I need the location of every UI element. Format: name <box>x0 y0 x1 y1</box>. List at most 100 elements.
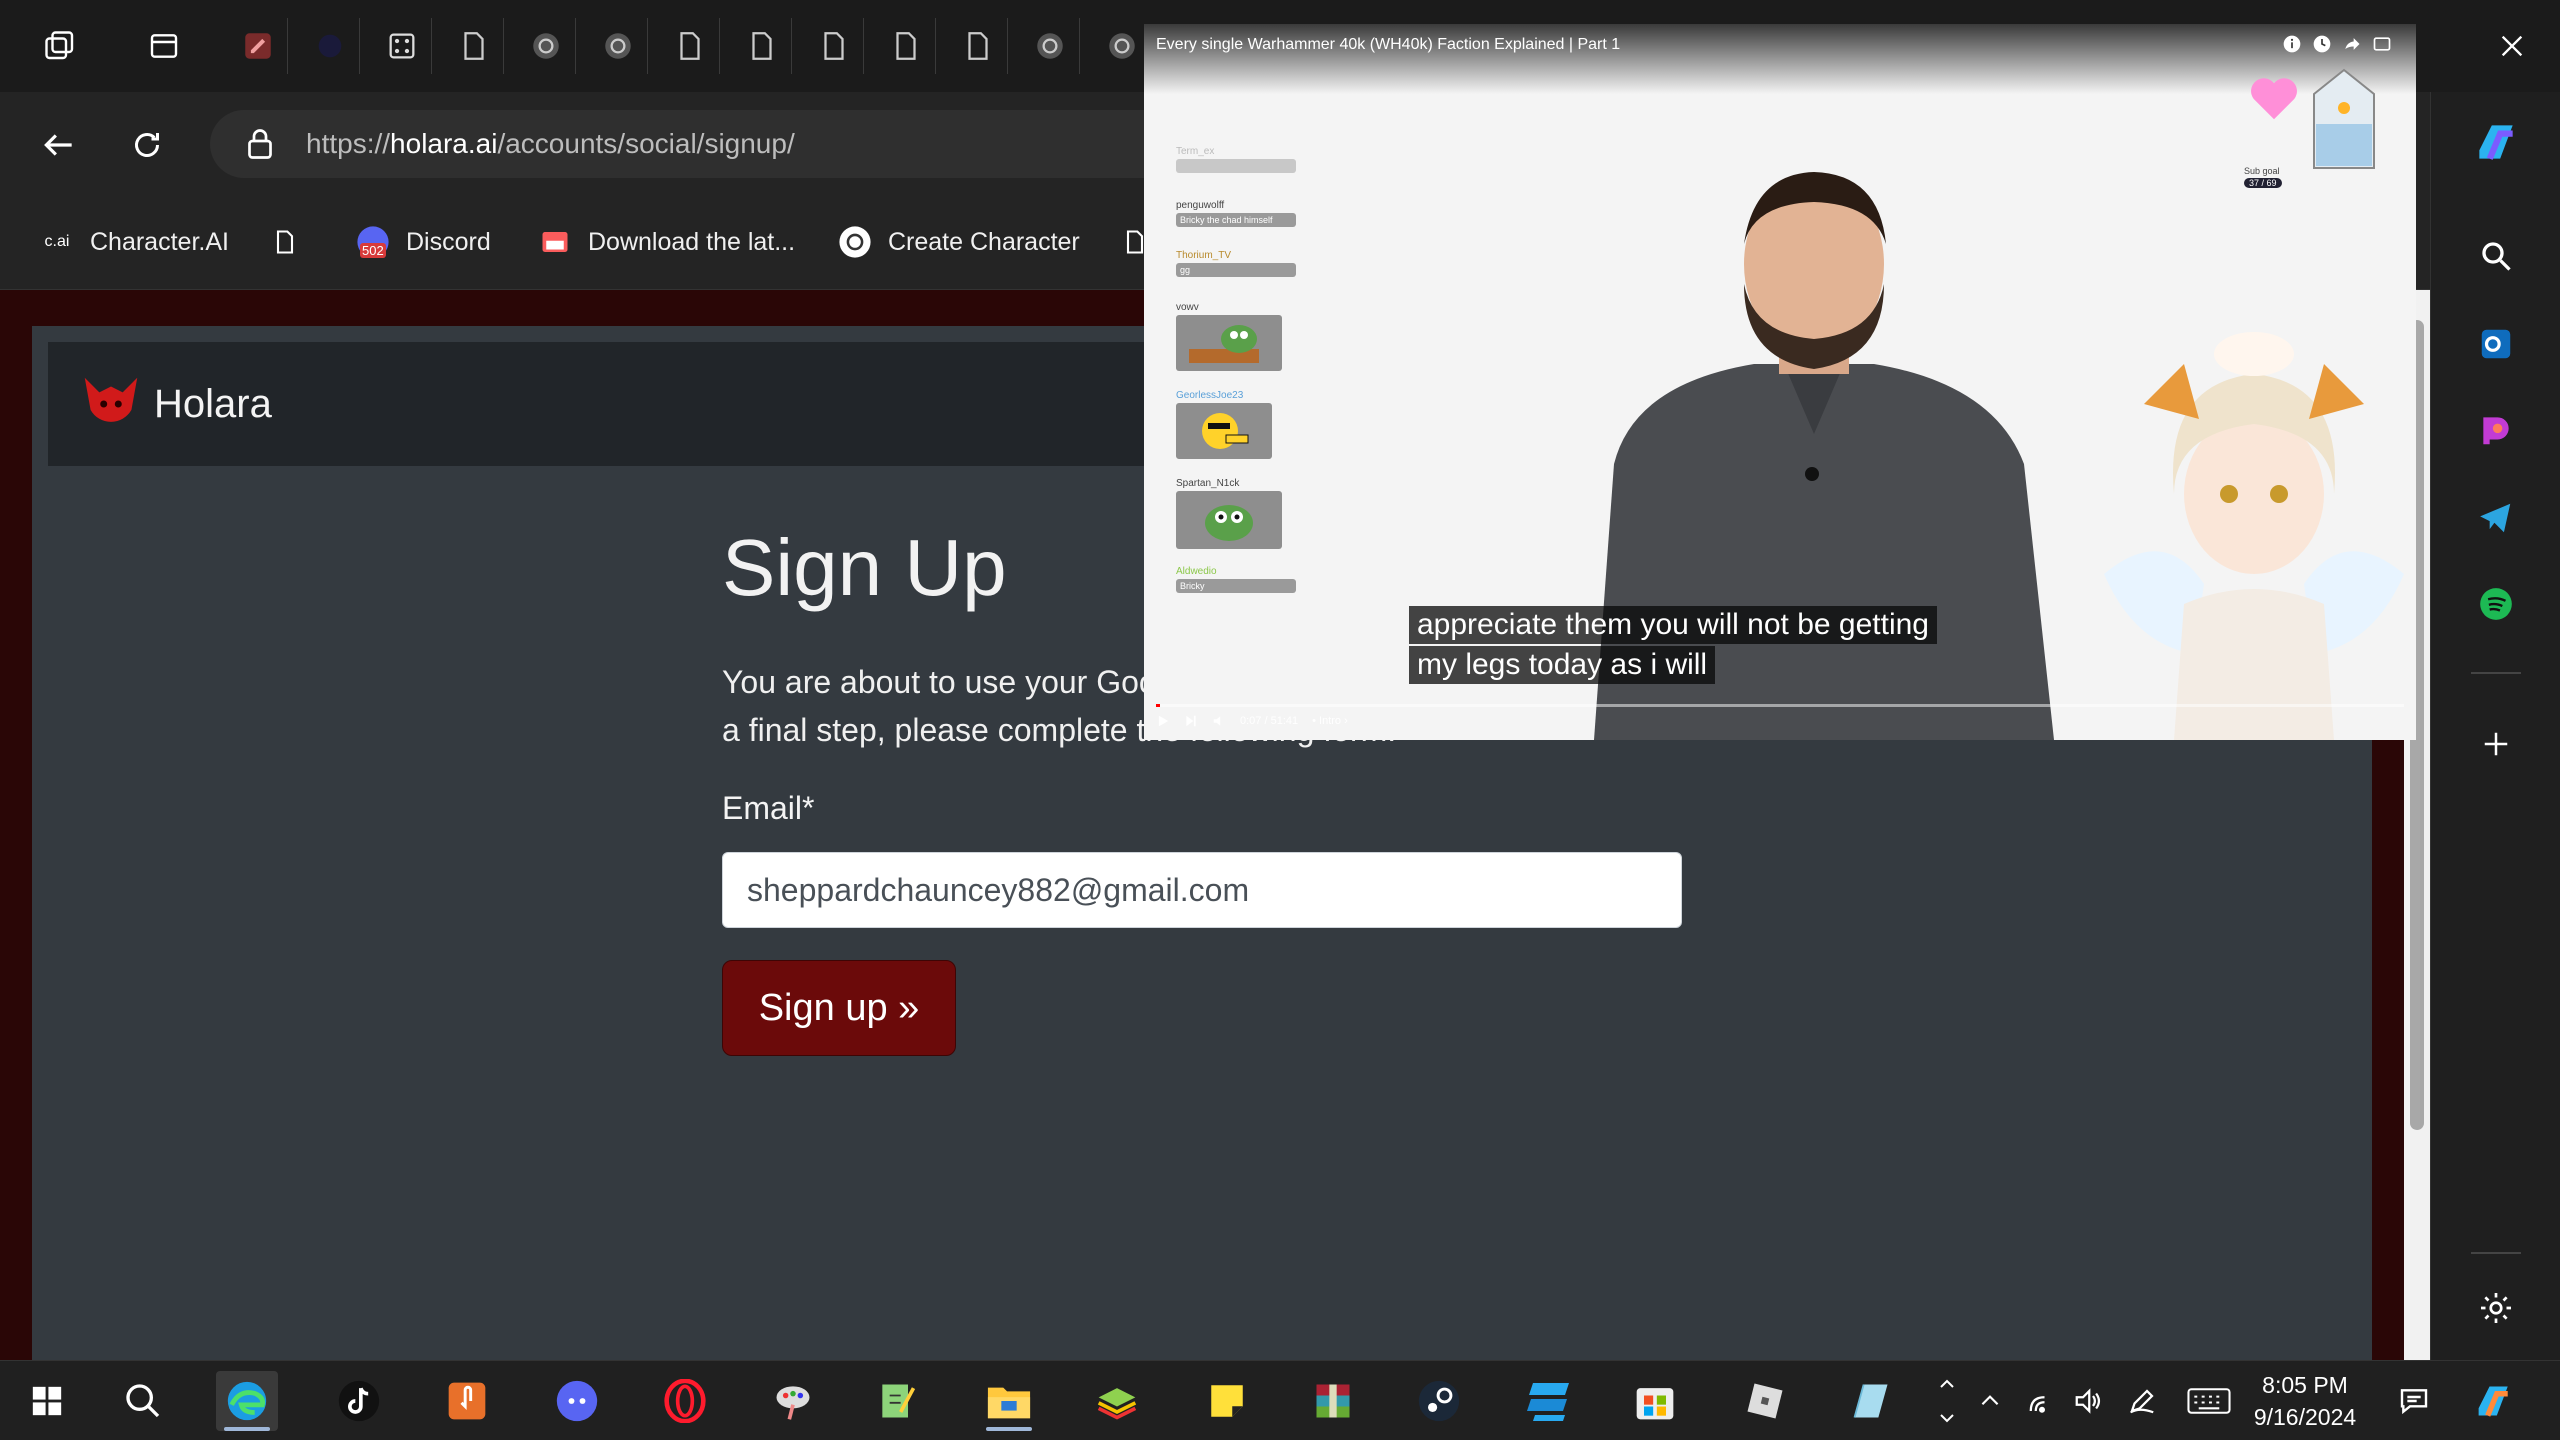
tab-actions-icon[interactable] <box>138 22 190 70</box>
taskbar-glass-app[interactable] <box>1840 1371 1902 1431</box>
add-icon[interactable] <box>2468 716 2524 772</box>
telegram-icon[interactable] <box>2468 490 2524 546</box>
network-icon[interactable] <box>2022 1381 2062 1421</box>
play-icon[interactable] <box>1156 714 1170 728</box>
favorite-discord[interactable]: 502 Discord <box>356 220 491 264</box>
taskbar-microsoft-store[interactable] <box>1624 1371 1686 1431</box>
pointing-face-emote <box>1176 403 1272 459</box>
subtitle-line: appreciate them you will not be getting <box>1409 606 1937 644</box>
page-icon <box>463 32 484 60</box>
designer-icon[interactable] <box>2468 402 2524 458</box>
video-time: 0:07 / 51:41 <box>1240 715 1299 727</box>
pip-video-window[interactable]: Every single Warhammer 40k (WH40k) Facti… <box>1144 24 2416 740</box>
favorite-create-character[interactable]: Create Character <box>838 220 1080 264</box>
tab-page-1[interactable] <box>444 18 504 74</box>
tab-dice[interactable] <box>372 18 432 74</box>
taskbar-paint[interactable] <box>762 1371 824 1431</box>
tab-openai-1[interactable] <box>516 18 576 74</box>
back-button[interactable] <box>30 116 88 174</box>
video-chapter[interactable]: • Intro › <box>1312 715 1348 727</box>
tab-page-3[interactable] <box>732 18 792 74</box>
start-button[interactable] <box>16 1371 78 1431</box>
taskbar-notepad[interactable] <box>866 1371 928 1431</box>
back-arrow-icon <box>44 134 72 156</box>
taskbar: 8:05 PM 9/16/2024 <box>0 1360 2560 1440</box>
taskbar-clock[interactable]: 8:05 PM 9/16/2024 <box>2240 1369 2370 1433</box>
tab-page-4[interactable] <box>804 18 864 74</box>
tab-page-6[interactable] <box>948 18 1008 74</box>
page-title: Sign Up <box>722 523 1007 612</box>
taskbar-bluestacks[interactable] <box>1086 1371 1148 1431</box>
video-subtitles: appreciate them you will not be getting … <box>1409 606 1937 686</box>
notification-badge: 502 <box>360 243 386 258</box>
taskbar-app-orange[interactable] <box>436 1371 498 1431</box>
pepe-eyes-emote <box>1176 491 1282 549</box>
chat-message: Term_ex <box>1176 146 1296 173</box>
holara-logo-icon[interactable] <box>76 369 146 439</box>
copilot-pre-icon[interactable] <box>2470 1381 2520 1421</box>
taskbar-winrar[interactable] <box>1302 1371 1364 1431</box>
taskbar-edge[interactable] <box>216 1371 278 1431</box>
favorite-character-ai[interactable]: c.ai Character.AI <box>40 220 229 264</box>
tab-openai-2[interactable] <box>588 18 648 74</box>
steam-icon <box>1418 1380 1460 1422</box>
roblox-icon <box>1747 1383 1783 1419</box>
pip-controls: 0:07 / 51:41 • Intro › <box>1156 714 1348 728</box>
workspaces-icon[interactable] <box>34 22 86 70</box>
touch-keyboard-icon[interactable] <box>2184 1381 2234 1421</box>
chat-username: Spartan_N1ck <box>1176 478 1240 489</box>
blue-app-icon <box>1527 1383 1569 1421</box>
search-button[interactable] <box>112 1371 174 1431</box>
tab-page-2[interactable] <box>660 18 720 74</box>
taskbar-steam[interactable] <box>1408 1371 1470 1431</box>
favorite-page[interactable] <box>268 220 318 264</box>
volume-icon[interactable] <box>1212 714 1226 728</box>
next-icon[interactable] <box>1184 714 1198 728</box>
sub-goal-label: Sub goal <box>2244 166 2280 176</box>
chat-text: Bricky <box>1176 579 1296 593</box>
taskbar-tiktok[interactable] <box>328 1371 390 1431</box>
outlook-icon[interactable] <box>2468 316 2524 372</box>
taskbar-azure-app[interactable] <box>1518 1371 1580 1431</box>
spotify-icon[interactable] <box>2468 576 2524 632</box>
info-icon[interactable] <box>2282 34 2302 54</box>
tab-dark-circle[interactable] <box>300 18 360 74</box>
tab-openai-4[interactable] <box>1092 18 1152 74</box>
tab-openai-3[interactable] <box>1020 18 1080 74</box>
edge-icon <box>227 1381 267 1421</box>
taskbar-discord[interactable] <box>546 1371 608 1431</box>
taskbar-sticky-notes[interactable] <box>1196 1371 1258 1431</box>
pen-icon[interactable] <box>2122 1381 2162 1421</box>
volume-icon[interactable] <box>2068 1381 2108 1421</box>
taskbar-opera[interactable] <box>654 1371 716 1431</box>
page-icon <box>823 32 844 60</box>
email-field[interactable] <box>722 852 1682 928</box>
paint-icon <box>776 1386 810 1420</box>
video-progress-bar[interactable] <box>1156 704 2404 707</box>
close-window-icon[interactable] <box>2486 22 2538 70</box>
taskbar-file-explorer[interactable] <box>978 1371 1040 1431</box>
chat-message: Aldwedio Bricky <box>1176 566 1296 593</box>
notifications-icon[interactable] <box>2394 1381 2434 1421</box>
copilot-icon[interactable] <box>2468 114 2524 170</box>
sign-up-button[interactable]: Sign up » <box>722 960 956 1056</box>
sticky-notes-icon <box>1211 1385 1243 1417</box>
dice-icon <box>389 33 414 59</box>
refresh-button[interactable] <box>118 116 176 174</box>
share-icon[interactable] <box>2342 34 2362 54</box>
taskbar-scroll-arrows[interactable] <box>1930 1367 1964 1435</box>
clock-icon[interactable] <box>2312 34 2332 54</box>
tab-page-5[interactable] <box>876 18 936 74</box>
tab-notes[interactable] <box>228 18 288 74</box>
show-hidden-icons[interactable] <box>1970 1381 2010 1421</box>
taskbar-roblox[interactable] <box>1734 1371 1796 1431</box>
back-to-tab-icon[interactable] <box>2372 34 2392 54</box>
settings-gear-icon[interactable] <box>2468 1280 2524 1336</box>
page-icon <box>751 32 772 60</box>
search-icon[interactable] <box>2468 228 2524 284</box>
openai-icon <box>1109 33 1135 59</box>
page-icon <box>679 32 700 60</box>
pip-top-controls <box>2282 34 2392 54</box>
site-brand[interactable]: Holara <box>154 382 272 427</box>
favorite-download[interactable]: Download the lat... <box>538 220 795 264</box>
